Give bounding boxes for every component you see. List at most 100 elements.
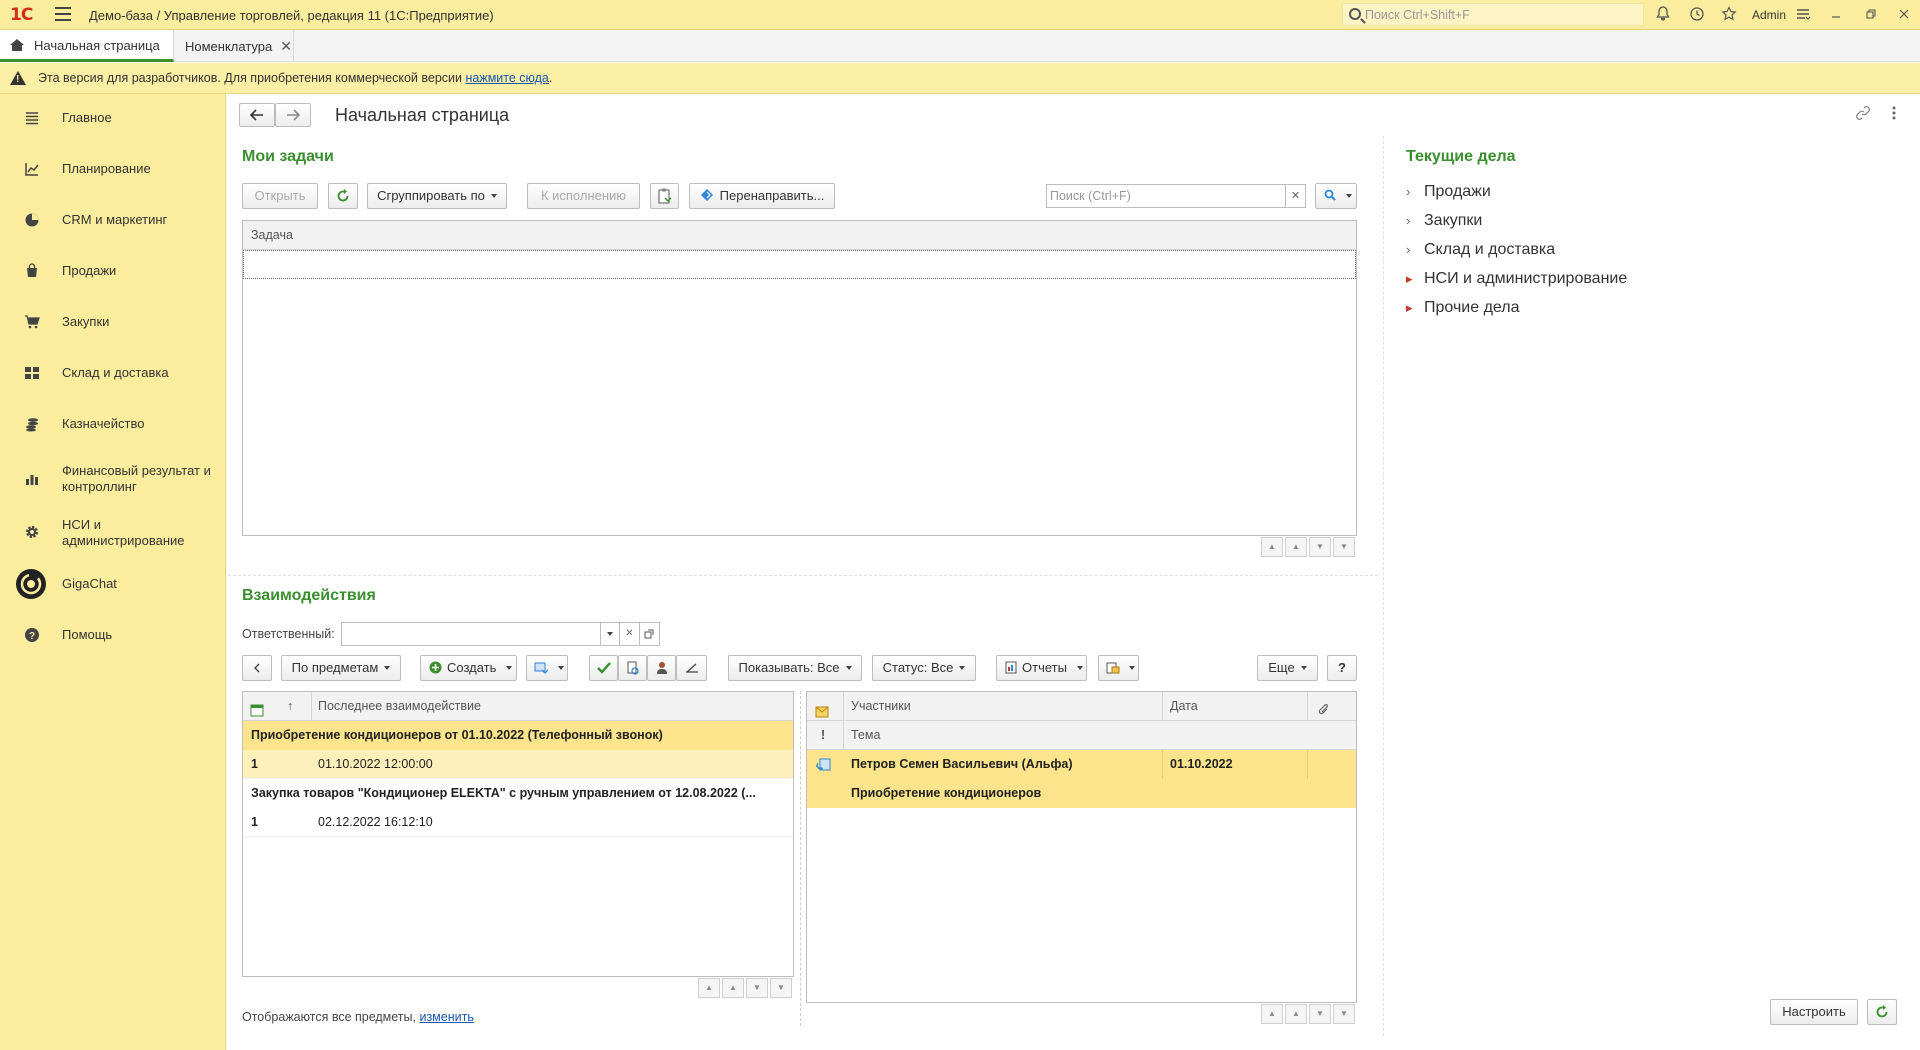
collapse-panel-button[interactable] — [242, 655, 272, 681]
scroll-first-icon[interactable]: ▲ — [1261, 1004, 1283, 1024]
mark-done-button[interactable] — [589, 655, 618, 681]
sidebar-item-planning[interactable]: Планирование — [0, 145, 226, 193]
current-item-sales[interactable]: › Продажи — [1406, 183, 1491, 201]
tasks-column-header[interactable]: Задача — [243, 221, 1356, 250]
sidebar-item-help[interactable]: ? Помощь — [0, 611, 226, 659]
help-button[interactable]: ? — [1327, 655, 1357, 681]
change-filter-link[interactable]: изменить — [419, 1010, 473, 1024]
sidebar-item-main[interactable]: Главное — [0, 94, 226, 142]
refresh-button[interactable] — [328, 183, 358, 209]
more-vertical-icon[interactable] — [1891, 105, 1897, 124]
sort-icon[interactable]: ↑ — [287, 692, 293, 721]
panel-splitter[interactable] — [800, 691, 801, 1026]
open-task-button[interactable]: Открыть — [242, 183, 318, 209]
sidebar-item-purchases[interactable]: Закупки — [0, 298, 226, 346]
scroll-first-icon[interactable]: ▲ — [698, 978, 720, 998]
importance-column[interactable]: ! — [821, 721, 825, 750]
current-item-other[interactable]: ▸ Прочие дела — [1406, 299, 1520, 317]
current-item-purchases[interactable]: › Закупки — [1406, 212, 1482, 230]
customize-button[interactable]: Настроить — [1770, 999, 1858, 1025]
tasks-scroll-buttons[interactable]: ▲ ▲ ▼ ▼ — [1259, 537, 1355, 557]
interaction-row[interactable]: Петров Семен Васильевич (Альфа) 01.10.20… — [807, 750, 1356, 779]
subject-detail-row[interactable]: 1 01.10.2022 12:00:00 — [243, 750, 793, 779]
sidebar-item-admin[interactable]: НСИ и администрирование — [0, 506, 226, 558]
tasks-search-input[interactable]: Поиск (Ctrl+F) — [1046, 184, 1286, 208]
interaction-topic-row[interactable]: Приобретение кондиционеров — [807, 779, 1356, 808]
developer-banner: Эта версия для разработчиков. Для приобр… — [0, 63, 1920, 94]
scroll-up-icon[interactable]: ▲ — [722, 978, 744, 998]
tab-nomenclature[interactable]: Номенклатура ✕ — [175, 30, 294, 62]
forward-button[interactable] — [275, 103, 311, 127]
print-dropdown[interactable] — [1098, 655, 1139, 681]
search-options-button[interactable] — [1315, 183, 1357, 209]
to-execution-button[interactable]: К исполнению — [527, 183, 640, 209]
more-dropdown[interactable]: Еще — [1257, 655, 1318, 681]
current-title: Текущие дела — [1406, 148, 1516, 165]
sidebar-item-warehouse[interactable]: Склад и доставка — [0, 349, 226, 397]
scroll-up-icon[interactable]: ▲ — [1285, 1004, 1307, 1024]
scroll-down-icon[interactable]: ▼ — [746, 978, 768, 998]
banner-buy-link[interactable]: нажмите сюда — [465, 71, 548, 85]
settings-list-icon[interactable] — [1794, 6, 1812, 24]
scroll-last-icon[interactable]: ▼ — [1333, 1004, 1355, 1024]
last-interaction-column[interactable]: Последнее взаимодействие — [318, 692, 481, 721]
close-icon[interactable]: ✕ — [280, 38, 292, 54]
document-button[interactable] — [618, 655, 647, 681]
scroll-last-icon[interactable]: ▼ — [770, 978, 792, 998]
current-item-admin[interactable]: ▸ НСИ и администрирование — [1406, 270, 1627, 288]
person-button[interactable] — [647, 655, 676, 681]
responsible-dropdown-icon[interactable] — [600, 622, 620, 646]
subject-row[interactable]: Закупка товаров "Кондиционер ELEKTA" с р… — [243, 779, 793, 808]
scroll-first-icon[interactable]: ▲ — [1261, 537, 1283, 557]
redirect-button[interactable]: Перенаправить... — [689, 183, 835, 209]
sidebar-item-finance[interactable]: Финансовый результат и контроллинг — [0, 451, 226, 505]
topic-column[interactable]: Тема — [851, 721, 880, 750]
bell-icon[interactable] — [1654, 6, 1672, 24]
close-window-icon[interactable] — [1895, 6, 1913, 24]
subjects-footer-text: Отображаются все предметы, — [242, 1010, 420, 1024]
sidebar-item-gigachat[interactable]: GigaChat — [0, 560, 226, 608]
date-column[interactable]: Дата — [1170, 692, 1198, 721]
mail-send-dropdown[interactable] — [526, 655, 568, 681]
minimize-icon[interactable] — [1827, 6, 1845, 24]
responsible-clear-icon[interactable]: ✕ — [620, 622, 640, 646]
main-menu-icon[interactable] — [55, 7, 71, 21]
sidebar-item-treasury[interactable]: Казначейство — [0, 400, 226, 448]
sidebar-item-crm[interactable]: CRM и маркетинг — [0, 196, 226, 244]
reports-dropdown[interactable]: Отчеты — [996, 655, 1087, 681]
scroll-up-icon[interactable]: ▲ — [1285, 537, 1307, 557]
back-button[interactable] — [239, 103, 275, 127]
by-subjects-dropdown[interactable]: По предметам — [281, 655, 401, 681]
clear-search-icon[interactable]: ✕ — [1286, 184, 1306, 208]
scroll-last-icon[interactable]: ▼ — [1333, 537, 1355, 557]
report-icon — [1005, 661, 1017, 674]
show-filter-dropdown[interactable]: Показывать: Все — [728, 655, 862, 681]
tab-home[interactable]: Начальная страница — [0, 30, 174, 62]
responsible-open-icon[interactable] — [640, 622, 660, 646]
subject-detail-row[interactable]: 1 02.12.2022 16:12:10 — [243, 808, 793, 837]
reply-button[interactable] — [676, 655, 707, 681]
subject-row[interactable]: Приобретение кондиционеров от 01.10.2022… — [243, 721, 793, 750]
current-item-warehouse[interactable]: › Склад и доставка — [1406, 241, 1555, 259]
task-report-button[interactable] — [650, 183, 679, 209]
favorites-star-icon[interactable] — [1720, 6, 1738, 24]
responsible-input[interactable] — [341, 622, 609, 646]
scroll-down-icon[interactable]: ▼ — [1309, 1004, 1331, 1024]
subjects-scroll-buttons[interactable]: ▲ ▲ ▼ ▼ — [696, 978, 792, 998]
link-icon[interactable] — [1855, 105, 1871, 124]
global-search-input[interactable]: Поиск Ctrl+Shift+F — [1342, 3, 1644, 26]
participants-column[interactable]: Участники — [851, 692, 911, 721]
status-filter-dropdown[interactable]: Статус: Все — [872, 655, 976, 681]
tasks-empty-row[interactable] — [243, 250, 1356, 279]
user-name[interactable]: Admin — [1752, 8, 1786, 22]
restore-icon[interactable] — [1862, 6, 1880, 24]
sidebar-item-sales[interactable]: Продажи — [0, 247, 226, 295]
history-icon[interactable] — [1688, 6, 1706, 24]
current-item-label: Закупки — [1424, 212, 1483, 229]
scroll-down-icon[interactable]: ▼ — [1309, 537, 1331, 557]
group-by-dropdown[interactable]: Сгруппировать по — [367, 183, 507, 209]
create-dropdown[interactable]: Создать — [420, 655, 517, 681]
tab-nomenclature-label: Номенклатура — [185, 39, 273, 54]
refresh-current-button[interactable] — [1867, 999, 1897, 1025]
interactions-scroll-buttons[interactable]: ▲ ▲ ▼ ▼ — [1259, 1004, 1355, 1024]
